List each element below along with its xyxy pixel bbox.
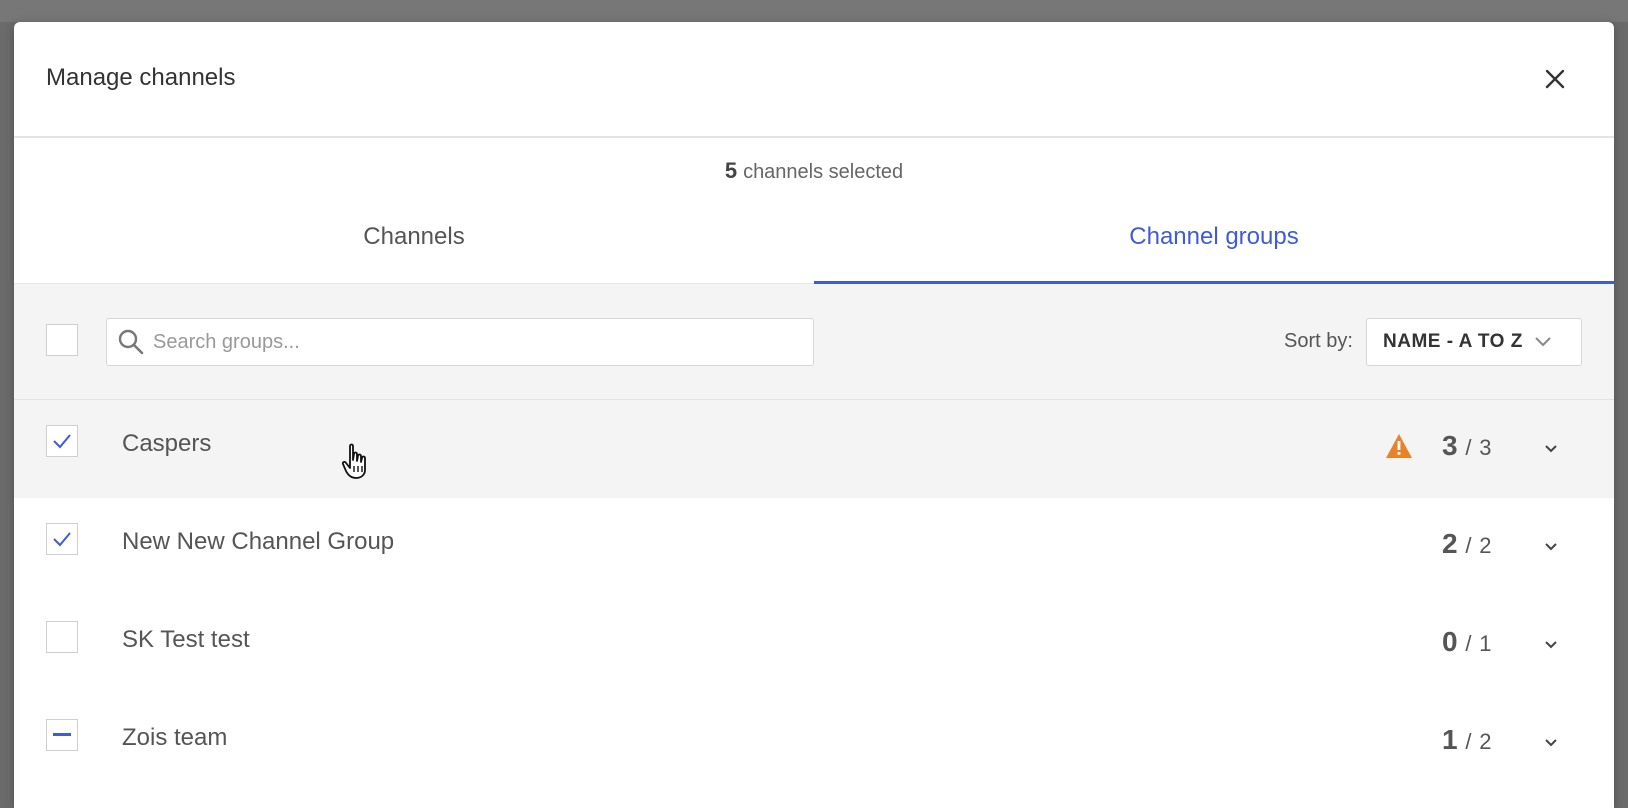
- group-name: Zois team: [122, 724, 228, 751]
- group-row-caspers[interactable]: Caspers 3 / 3: [14, 400, 1614, 498]
- manage-channels-modal: Manage channels 5 channels selected Chann…: [14, 22, 1614, 808]
- group-checkbox[interactable]: [46, 425, 78, 457]
- chevron-down-icon: [1545, 445, 1557, 453]
- warning-icon: [1384, 432, 1414, 460]
- background-overlay: [0, 0, 1628, 22]
- group-count-selected: 0: [1442, 626, 1458, 657]
- selected-count: 5 channels selected: [14, 158, 1614, 190]
- group-count-total: 3: [1479, 435, 1492, 460]
- search-groups-box: [106, 318, 814, 366]
- expand-button[interactable]: [1536, 532, 1566, 562]
- modal-title: Manage channels: [46, 64, 236, 91]
- chevron-down-icon: [1533, 335, 1553, 349]
- group-count-selected: 2: [1442, 528, 1458, 559]
- group-name: Caspers: [122, 430, 212, 457]
- select-all-checkbox[interactable]: [46, 324, 78, 356]
- chevron-down-icon: [1545, 739, 1557, 747]
- tab-channel-groups[interactable]: Channel groups: [814, 190, 1614, 284]
- group-count-selected: 1: [1442, 724, 1458, 755]
- group-row-sk-test-test[interactable]: SK Test test 0 / 1: [14, 596, 1614, 694]
- group-count: 2 / 2: [1442, 528, 1492, 560]
- group-count-total: 2: [1479, 533, 1492, 558]
- chevron-down-icon: [1545, 641, 1557, 649]
- group-checkbox[interactable]: [46, 621, 78, 653]
- group-count-separator: /: [1465, 631, 1472, 656]
- group-count-total: 2: [1479, 729, 1492, 754]
- group-checkbox[interactable]: [46, 523, 78, 555]
- group-count: 0 / 1: [1442, 626, 1492, 658]
- tab-bar: Channels Channel groups: [14, 190, 1614, 284]
- group-count-separator: /: [1465, 729, 1472, 754]
- group-row-zois-team[interactable]: Zois team 1 / 2: [14, 694, 1614, 792]
- group-count: 1 / 2: [1442, 724, 1492, 756]
- expand-button[interactable]: [1536, 434, 1566, 464]
- sort-label: Sort by:: [1284, 330, 1353, 352]
- group-count-selected: 3: [1442, 430, 1458, 461]
- group-count-separator: /: [1465, 533, 1472, 558]
- expand-button[interactable]: [1536, 728, 1566, 758]
- group-count-total: 1: [1479, 631, 1492, 656]
- checkmark-icon: [53, 532, 71, 547]
- indeterminate-icon: [53, 733, 71, 736]
- sort-value: NAME - A TO Z: [1383, 331, 1523, 352]
- selected-count-text: channels selected: [743, 161, 904, 183]
- expand-button[interactable]: [1536, 630, 1566, 660]
- hand-pointer-icon: [340, 442, 372, 487]
- group-row-new-new-channel-group[interactable]: New New Channel Group 2 / 2: [14, 498, 1614, 596]
- sort-select[interactable]: NAME - A TO Z: [1366, 318, 1582, 366]
- groups-toolbar: Sort by: NAME - A TO Z: [14, 284, 1614, 400]
- tab-channels[interactable]: Channels: [14, 190, 814, 283]
- group-count: 3 / 3: [1442, 430, 1492, 462]
- checkmark-icon: [53, 434, 71, 449]
- search-icon: [117, 328, 147, 356]
- search-groups-input[interactable]: [151, 329, 795, 355]
- close-button[interactable]: [1538, 62, 1572, 96]
- close-icon: [1545, 69, 1565, 89]
- selected-count-number: 5: [724, 158, 738, 183]
- group-count-separator: /: [1465, 435, 1472, 460]
- group-name: SK Test test: [122, 626, 250, 653]
- group-name: New New Channel Group: [122, 528, 395, 555]
- group-checkbox[interactable]: [46, 719, 78, 751]
- modal-header: Manage channels: [14, 22, 1614, 138]
- chevron-down-icon: [1545, 543, 1557, 551]
